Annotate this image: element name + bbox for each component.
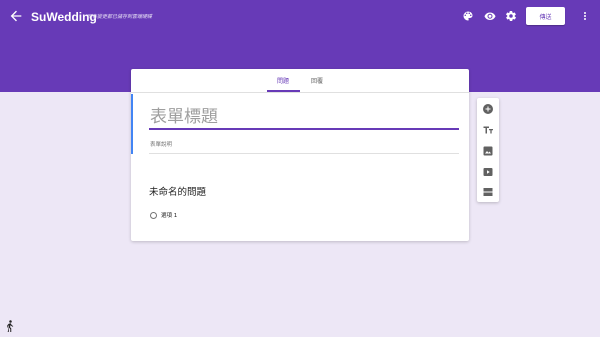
add-image-icon[interactable]	[482, 145, 494, 157]
save-status: 所有變更都已儲存到雲端硬碟	[87, 14, 153, 20]
form-card: 問題 回覆 表單標題 表單說明 未命名的問題 選項 1	[131, 69, 469, 241]
active-tab-indicator	[267, 90, 300, 92]
form-description-input[interactable]: 表單說明	[149, 141, 459, 154]
preview-eye-icon[interactable]	[484, 10, 496, 22]
send-button[interactable]: 傳送	[526, 7, 565, 25]
settings-gear-icon[interactable]	[505, 10, 517, 22]
back-arrow-icon[interactable]	[8, 8, 24, 24]
palette-icon[interactable]	[462, 10, 474, 22]
walking-person-icon	[7, 320, 14, 332]
tab-responses[interactable]: 回覆	[311, 76, 323, 85]
tab-bar: 問題 回覆	[131, 69, 469, 93]
add-section-icon[interactable]	[482, 186, 494, 198]
more-vert-icon[interactable]	[580, 10, 590, 22]
tab-questions[interactable]: 問題	[277, 76, 289, 85]
add-title-icon[interactable]	[482, 124, 494, 136]
active-section-indicator	[131, 94, 133, 154]
question-title[interactable]: 未命名的問題	[149, 184, 206, 198]
option-label[interactable]: 選項 1	[161, 211, 177, 219]
add-question-icon[interactable]	[482, 103, 494, 115]
add-video-icon[interactable]	[482, 166, 494, 178]
option-radio[interactable]	[150, 212, 157, 219]
side-toolbar	[477, 98, 499, 202]
form-title-input[interactable]: 表單標題	[149, 107, 459, 130]
